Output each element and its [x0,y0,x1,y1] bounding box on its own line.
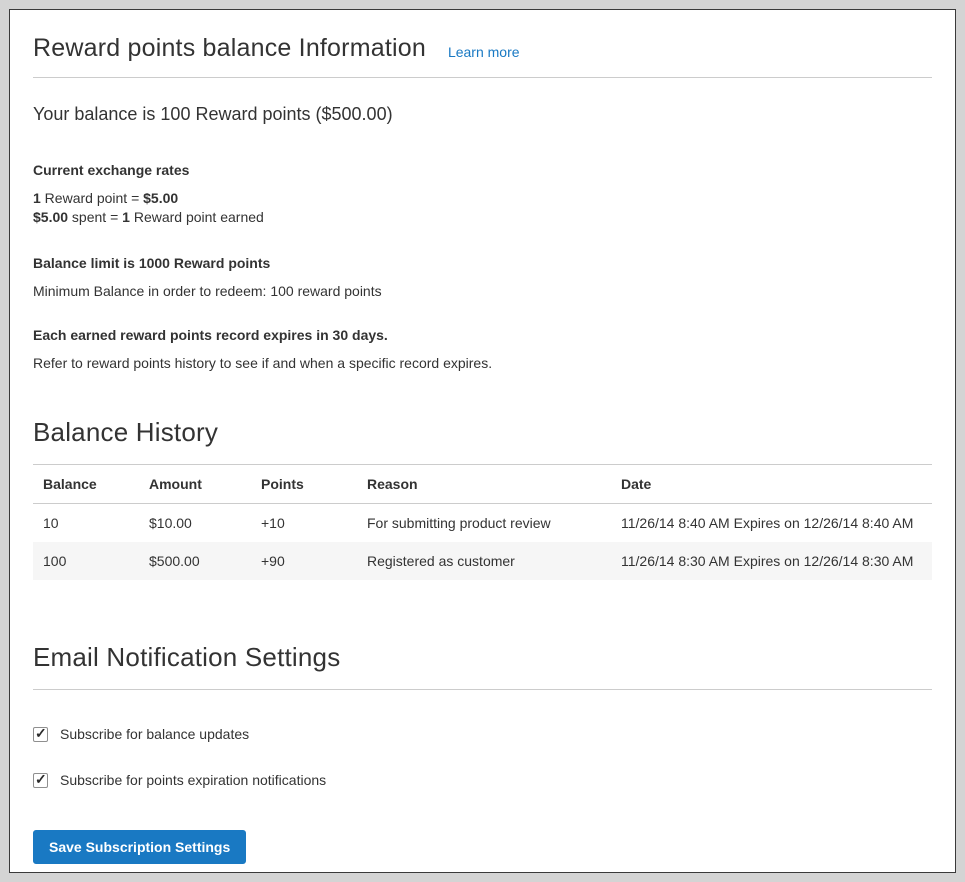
cell-balance: 100 [33,542,139,580]
minimum-redeem-text: Minimum Balance in order to redeem: 100 … [33,283,932,299]
cell-balance: 10 [33,504,139,543]
email-settings-header: Email Notification Settings [33,642,932,690]
page-title: Reward points balance Information [33,34,426,63]
cell-points: +10 [251,504,357,543]
column-header-points: Points [251,465,357,504]
column-header-reason: Reason [357,465,611,504]
email-settings-heading: Email Notification Settings [33,642,932,673]
learn-more-link[interactable]: Learn more [448,44,520,60]
subscribe-expiration-notifications-label: Subscribe for points expiration notifica… [60,772,326,788]
column-header-balance: Balance [33,465,139,504]
balance-summary: Your balance is 100 Reward points ($500.… [33,104,932,125]
page-header: Reward points balance Information Learn … [33,10,932,78]
subscribe-balance-updates-row[interactable]: Subscribe for balance updates [33,726,932,742]
table-row: 100 $500.00 +90 Registered as customer 1… [33,542,932,580]
expiry-note-text: Refer to reward points history to see if… [33,355,932,371]
subscribe-balance-updates-checkbox[interactable] [33,727,48,742]
page-frame: Reward points balance Information Learn … [0,0,965,882]
exchange-rate-line-1: 1 Reward point = $5.00 [33,189,932,208]
exchange-rate-1-points: 1 [33,190,41,206]
reward-points-panel: Reward points balance Information Learn … [9,9,956,873]
exchange-rate-line-2: $5.00 spent = 1 Reward point earned [33,208,932,227]
cell-reason: For submitting product review [357,504,611,543]
cell-amount: $500.00 [139,542,251,580]
cell-date: 11/26/14 8:30 AM Expires on 12/26/14 8:3… [611,542,932,580]
cell-points: +90 [251,542,357,580]
balance-limit-text: Balance limit is 1000 Reward points [33,255,932,271]
exchange-rates-heading: Current exchange rates [33,162,932,178]
table-row: 10 $10.00 +10 For submitting product rev… [33,504,932,543]
exchange-rate-1-value: $5.00 [143,190,178,206]
exchange-rate-2-text: spent = [68,209,122,225]
table-header-row: Balance Amount Points Reason Date [33,465,932,504]
exchange-rate-2-points: 1 [122,209,130,225]
subscribe-balance-updates-label: Subscribe for balance updates [60,726,249,742]
exchange-rate-2-suffix: Reward point earned [130,209,264,225]
save-subscription-settings-button[interactable]: Save Subscription Settings [33,830,246,864]
exchange-rate-2-value: $5.00 [33,209,68,225]
exchange-rate-1-text: Reward point = [41,190,143,206]
subscribe-expiration-notifications-row[interactable]: Subscribe for points expiration notifica… [33,772,932,788]
cell-amount: $10.00 [139,504,251,543]
cell-date: 11/26/14 8:40 AM Expires on 12/26/14 8:4… [611,504,932,543]
balance-history-table: Balance Amount Points Reason Date 10 $10… [33,464,932,580]
subscribe-expiration-notifications-checkbox[interactable] [33,773,48,788]
expiry-text: Each earned reward points record expires… [33,327,932,343]
balance-history-heading: Balance History [33,417,932,448]
column-header-date: Date [611,465,932,504]
cell-reason: Registered as customer [357,542,611,580]
column-header-amount: Amount [139,465,251,504]
